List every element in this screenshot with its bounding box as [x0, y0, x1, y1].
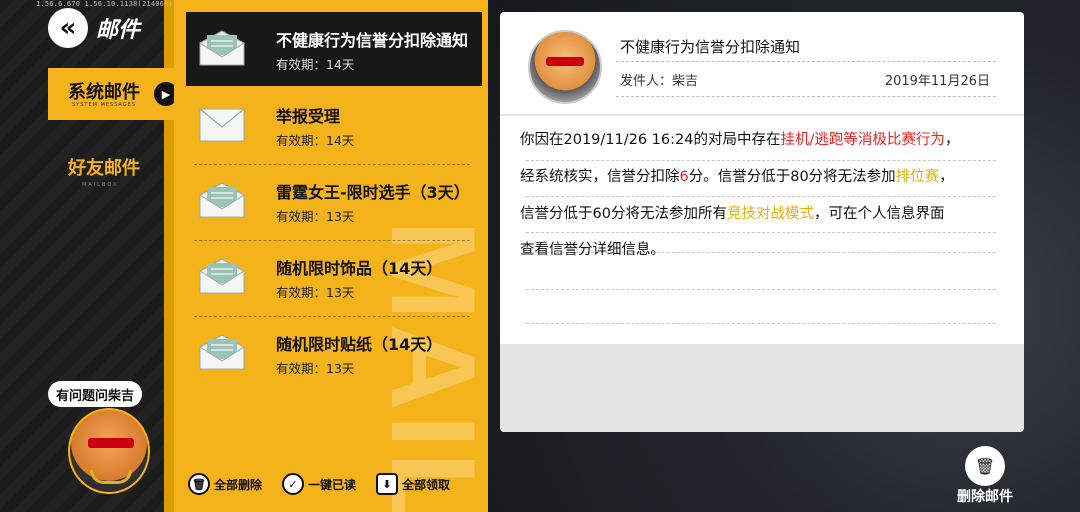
header-divider [616, 61, 996, 62]
tab-friend-mail-label: 好友邮件 [68, 158, 140, 179]
trash-icon: 🗑 [965, 446, 1005, 486]
mail-expire: 有效期：13天 [276, 361, 355, 376]
mail-expire: 有效期：14天 [276, 133, 355, 148]
body-highlight-gold: 排位赛 [895, 168, 940, 185]
tab-friend-mail-sub: MAILBOX [82, 182, 119, 188]
detail-sender: 发件人：柴吉 [620, 74, 699, 89]
tab-system-mail-sub: SYSTEM MESSAGES [72, 102, 136, 108]
double-chevron-left-icon: « [59, 13, 77, 43]
mail-subject: 举报受理 [276, 107, 341, 126]
body-highlight-red: 挂机/逃跑等消极比赛行为 [780, 132, 945, 148]
mail-subject: 随机限时贴纸（14天） [276, 335, 443, 354]
body-line: 信誉分低于60分将无法参加所有竞技对战模式，可在个人信息界面 [520, 196, 1000, 233]
back-button[interactable]: « [48, 8, 88, 48]
tab-friend-mail[interactable]: 好友邮件 MAILBOX [68, 154, 140, 188]
mail-item[interactable]: 举报受理 有效期：14天 [186, 88, 482, 162]
tab-system-mail[interactable]: 系统邮件 SYSTEM MESSAGES ▶ [48, 68, 186, 120]
read-all-label: 一键已读 [308, 477, 357, 492]
delete-all-label: 全部删除 [214, 477, 263, 492]
opened-envelope-icon [199, 182, 245, 218]
sender-avatar [528, 30, 602, 104]
help-bubble[interactable]: 有问题问柴吉 [48, 381, 143, 407]
body-text: ，可在个人信息界面 [813, 205, 945, 222]
body-rule [526, 289, 996, 290]
sunglasses-icon [88, 438, 134, 448]
mail-attachment-area [500, 344, 1024, 432]
tab-system-mail-label: 系统邮件 [68, 82, 140, 103]
mail-detail-card: 不健康行为信誉分扣除通知 发件人：柴吉 2019年11月26日 你因在2019/… [500, 12, 1024, 432]
mail-body: 你因在2019/11/26 16:24的对局中存在挂机/逃跑等消极比赛行为， 经… [520, 122, 1000, 269]
page-title: 邮件 [96, 18, 141, 43]
header-divider [616, 96, 996, 97]
body-text: 你因在2019/11/26 16:24的对局中存在 [520, 132, 781, 148]
mail-expire: 有效期：13天 [276, 209, 355, 224]
delete-all-button[interactable]: 🗑 全部删除 [188, 470, 262, 498]
mail-list: MAIL 不健康行为信誉分扣除通知 有效期：14天 举报受理 有效期：14天 雷… [174, 0, 488, 512]
mail-expire: 有效期：13天 [276, 285, 355, 300]
body-text: ， [939, 168, 954, 185]
mail-item[interactable]: 雷霆女王-限时选手（3天） 有效期：13天 [186, 164, 482, 238]
body-text: 查看信誉分详细信息。 [520, 242, 665, 259]
body-line: 经系统核实，信誉分扣除6分。信誉分低于80分将无法参加排位赛， [520, 159, 1000, 196]
shiba-mascot-avatar[interactable] [68, 408, 150, 494]
body-rule [526, 323, 996, 324]
trash-icon: 🗑 [188, 473, 210, 495]
closed-envelope-icon [199, 108, 245, 142]
body-text: 分。信誉分低于80分将无法参加 [688, 168, 896, 185]
mail-expire: 有效期：14天 [276, 57, 355, 72]
opened-envelope-icon [199, 30, 245, 66]
body-highlight-gold: 竞技对战模式 [726, 205, 814, 222]
download-icon: ⬇ [376, 473, 399, 495]
check-icon: ✓ [282, 473, 305, 495]
body-text: ， [944, 132, 960, 148]
mail-item[interactable]: 不健康行为信誉分扣除通知 有效期：14天 [186, 12, 482, 86]
sunglasses-icon [546, 57, 584, 66]
read-all-button[interactable]: ✓ 一键已读 [282, 470, 356, 498]
detail-date: 2019年11月26日 [884, 74, 990, 89]
mail-subject: 雷霆女王-限时选手（3天） [276, 183, 470, 202]
claim-all-button[interactable]: ⬇ 全部领取 [376, 470, 450, 498]
mail-detail-header: 不健康行为信誉分扣除通知 发件人：柴吉 2019年11月26日 [500, 12, 1024, 116]
header-separator [500, 114, 1024, 116]
body-line: 查看信誉分详细信息。 [520, 232, 1000, 269]
gold-chain-icon [90, 470, 132, 484]
delete-mail-button[interactable]: 🗑 删除邮件 [954, 446, 1016, 505]
detail-subject: 不健康行为信誉分扣除通知 [620, 38, 801, 56]
mail-item[interactable]: 随机限时贴纸（14天） 有效期：13天 [186, 316, 482, 390]
bulk-actions-bar: 🗑 全部删除 ✓ 一键已读 ⬇ 全部领取 [188, 470, 488, 498]
body-text: 信誉分低于60分将无法参加所有 [520, 205, 727, 222]
opened-envelope-icon [199, 334, 245, 370]
body-text: 经系统核实，信誉分扣除 [520, 168, 680, 185]
opened-envelope-icon [199, 258, 245, 294]
claim-all-label: 全部领取 [402, 477, 451, 492]
mail-item[interactable]: 随机限时饰品（14天） 有效期：13天 [186, 240, 482, 314]
mail-subject: 不健康行为信誉分扣除通知 [276, 31, 469, 50]
delete-mail-label: 删除邮件 [957, 489, 1013, 505]
body-line: 你因在2019/11/26 16:24的对局中存在挂机/逃跑等消极比赛行为， [520, 122, 1000, 159]
mail-subject: 随机限时饰品（14天） [276, 259, 443, 278]
body-highlight-red: 6 [679, 168, 689, 185]
